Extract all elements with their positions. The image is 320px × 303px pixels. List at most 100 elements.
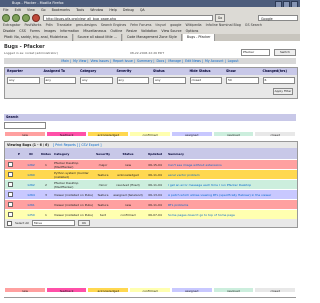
select-all-checkbox[interactable]	[7, 220, 12, 226]
row-summary-link[interactable]: RTL problems	[166, 203, 297, 207]
devtool-item[interactable]: Options	[186, 29, 199, 33]
browser-tab[interactable]: Source all about little ...	[73, 34, 122, 41]
col-header-category[interactable]: Category	[53, 152, 94, 156]
menu-file[interactable]: File	[3, 8, 9, 12]
bookmark-item[interactable]: Extragator	[3, 23, 20, 27]
devtool-item[interactable]: Miscellaneous	[83, 29, 106, 33]
bookmark-item[interactable]: Search Engines	[101, 23, 126, 27]
devtool-item[interactable]: Forms	[30, 29, 40, 33]
bookmark-item[interactable]: Translate	[57, 23, 72, 27]
filter-header: Changed(hrs)	[262, 69, 287, 73]
bookmark-item[interactable]: gmv-designs	[76, 23, 97, 27]
col-header-summary[interactable]: Summary	[166, 152, 297, 156]
filter-reporter-select[interactable]: any	[7, 77, 40, 84]
devtool-item[interactable]: Resize	[126, 29, 137, 33]
search-input[interactable]: Google	[258, 14, 298, 21]
devtool-item[interactable]: Images	[44, 29, 56, 33]
row-checkbox[interactable]	[5, 211, 15, 218]
bookmark-item[interactable]: Pdln	[46, 23, 53, 27]
filter-severity-select[interactable]: any	[116, 77, 149, 84]
reload-icon[interactable]	[22, 13, 30, 22]
col-header-updated[interactable]: Updated	[144, 152, 166, 156]
row-summary-link[interactable]: I get an error message each time I run P…	[166, 183, 297, 187]
menu-help[interactable]: Help	[109, 8, 117, 12]
menu-link-main[interactable]: Main	[61, 59, 69, 63]
menu-bookmarks[interactable]: Bookmarks	[52, 8, 70, 12]
devtool-item[interactable]: Outline	[110, 29, 122, 33]
menu-link-my-account[interactable]: My Account	[205, 59, 224, 63]
menu-link-logout[interactable]: Logout	[228, 59, 239, 63]
devtool-item[interactable]: Information	[60, 29, 79, 33]
devtool-item[interactable]: Disable	[3, 29, 15, 33]
browser-tab-active[interactable]: Bugs - Pfacker	[182, 34, 216, 41]
stop-icon[interactable]	[32, 13, 40, 22]
filter-status-select[interactable]: any	[153, 77, 186, 84]
switch-button[interactable]: Switch	[274, 49, 296, 56]
forward-icon[interactable]	[12, 13, 20, 22]
bookmark-item[interactable]: google	[170, 23, 181, 27]
menu-link-view-issues[interactable]: View Issues	[90, 59, 108, 63]
row-id-link[interactable]: 1264	[23, 193, 39, 197]
bookmark-item[interactable]: Infoline Nominal Blog	[206, 23, 241, 27]
issue-search-input[interactable]	[4, 122, 46, 129]
col-header-id[interactable]: ID	[23, 152, 39, 156]
menu-view[interactable]: View	[27, 8, 35, 12]
col-header-status[interactable]: Status	[112, 152, 144, 156]
filter-show-input[interactable]: 50	[226, 77, 259, 84]
menu-window[interactable]: Window	[90, 8, 103, 12]
menu-edit[interactable]: Edit	[15, 8, 21, 12]
filter-changed-input[interactable]: 6	[262, 77, 295, 84]
url-input[interactable]: http://bugs.pfa.org/view_all_bug_page.ph…	[43, 14, 213, 21]
back-icon[interactable]	[2, 13, 10, 22]
devtool-item[interactable]: CSS	[19, 29, 26, 33]
row-checkbox[interactable]	[5, 191, 15, 198]
row-checkbox[interactable]	[5, 201, 15, 208]
row-summary-link[interactable]: A patch which allows viewing RTL (specif…	[166, 193, 297, 197]
row-summary-link[interactable]: excel vector problem	[166, 173, 297, 177]
menu-link-docs[interactable]: Docs	[156, 59, 164, 63]
row-checkbox[interactable]	[5, 181, 15, 188]
row-id-link[interactable]: 1261	[23, 203, 39, 207]
go-button[interactable]: Go	[215, 13, 225, 22]
bookmark-item[interactable]: PostWorks	[25, 23, 42, 27]
legend-item: confirmed	[129, 287, 171, 293]
bulk-action-select[interactable]: Move	[31, 220, 75, 226]
menu-link-summary[interactable]: Summary	[137, 59, 152, 63]
row-id-link[interactable]: 1262	[23, 183, 39, 187]
row-summary-link[interactable]: Some pages doesn't go to top of home pag…	[166, 213, 297, 217]
menu-link-edit-news[interactable]: Edit News	[185, 59, 201, 63]
row-checkbox[interactable]	[5, 171, 15, 178]
bookmark-item[interactable]: tinyurl	[156, 23, 167, 27]
row-id-link[interactable]: 1260	[23, 173, 39, 177]
bookmark-item[interactable]: Fehn Forums	[130, 23, 151, 27]
menu-qa[interactable]: QA	[140, 8, 145, 12]
table-row: 1250 1 Viewer (installed on Pubs) text c…	[5, 209, 297, 219]
bookmark-item[interactable]: Wikipedia	[185, 23, 201, 27]
current-date: 08-22-2006 22:26 EDT	[130, 51, 165, 55]
devtool-item[interactable]: Validation	[141, 29, 157, 33]
col-header-severity[interactable]: Severity	[94, 152, 112, 156]
menu-go[interactable]: Go	[41, 8, 46, 12]
filter-hide-status-select[interactable]: closed	[189, 77, 222, 84]
menu-link-my-view[interactable]: My View	[73, 59, 86, 63]
bulk-ok-button[interactable]: OK	[77, 220, 90, 226]
row-checkbox[interactable]	[5, 161, 15, 168]
row-id-link[interactable]: 1262	[23, 163, 39, 167]
col-header-notes[interactable]: Notes	[39, 152, 53, 156]
filter-category-select[interactable]: any	[80, 77, 113, 84]
menu-link-report-issue[interactable]: Report Issue	[113, 59, 133, 63]
apply-filter-button[interactable]: Apply Filter	[273, 88, 293, 95]
browser-tab[interactable]: Code Management Zone Style	[122, 34, 182, 41]
menu-link-manage[interactable]: Manage	[168, 59, 181, 63]
row-id-link[interactable]: 1250	[23, 213, 39, 217]
bookmark-item[interactable]: GS Search	[245, 23, 262, 27]
devtool-item[interactable]: View Source	[161, 29, 181, 33]
filter-assigned-select[interactable]: any	[43, 77, 76, 84]
menu-tools[interactable]: Tools	[76, 8, 84, 12]
row-summary-link[interactable]: Can't see image without extensions	[166, 163, 297, 167]
col-header-priority[interactable]: P	[15, 152, 23, 156]
project-select[interactable]: Pfacker	[241, 49, 270, 56]
menu-debug[interactable]: Debug	[123, 8, 134, 12]
bug-list-export-links[interactable]: [ Print Reports ] [ CSV Export ]	[53, 143, 102, 147]
browser-tab[interactable]: Pfadi: No, saddy, trip, anal, Mulzinteus	[0, 34, 73, 41]
